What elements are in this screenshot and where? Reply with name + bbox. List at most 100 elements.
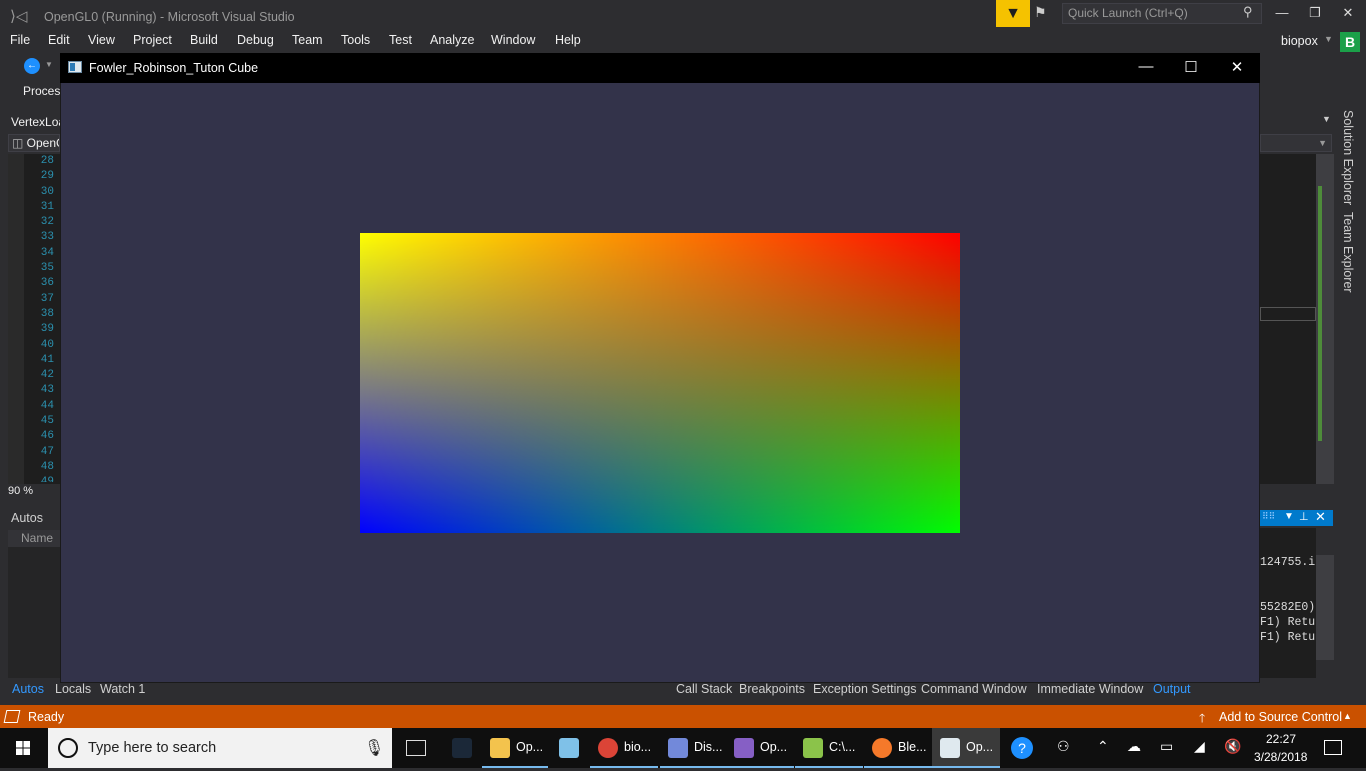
taskbar-app-visual-studio[interactable]: Op... — [726, 728, 794, 768]
clock-time[interactable]: 22:27 — [1266, 732, 1296, 746]
line-number: 47 — [40, 445, 54, 458]
navigation-combo-label: OpenG — [26, 136, 59, 150]
line-number: 45 — [40, 415, 54, 428]
status-text: Ready — [28, 710, 65, 724]
quick-launch-input[interactable]: Quick Launch (Ctrl+Q) — [1062, 3, 1262, 24]
menu-file[interactable]: File — [10, 33, 30, 47]
taskbar-app-chrome[interactable]: bio... — [590, 728, 658, 768]
zoom-level[interactable]: 90 % — [8, 485, 60, 499]
autos-panel — [8, 530, 60, 678]
opengl-window-title: Fowler_Robinson_Tuton Cube — [89, 61, 259, 75]
tab-exception-settings[interactable]: Exception Settings — [813, 682, 917, 696]
taskbar-app-steam[interactable] — [444, 728, 480, 768]
taskbar-app-explorer[interactable]: Op... — [482, 728, 548, 768]
clock-date[interactable]: 3/28/2018 — [1254, 750, 1307, 764]
steam-icon — [452, 738, 472, 758]
status-bar — [0, 705, 1366, 728]
menu-build[interactable]: Build — [190, 33, 218, 47]
tab-breakpoints[interactable]: Breakpoints — [739, 682, 805, 696]
name-column-header[interactable]: Name — [8, 530, 60, 547]
battery-icon[interactable]: ▭ — [1160, 738, 1173, 755]
pin-icon[interactable]: ⊥ — [1299, 510, 1309, 523]
menu-debug[interactable]: Debug — [237, 33, 274, 47]
line-number: 30 — [40, 185, 54, 198]
navigate-back-icon[interactable]: ← — [24, 58, 40, 74]
feedback-icon[interactable]: ⚑ — [1034, 4, 1054, 24]
minimize-icon[interactable]: — — [1131, 58, 1161, 76]
drag-handle-icon[interactable]: ⠿⠿ — [1262, 511, 1275, 522]
arrow-up-icon[interactable]: 🡑 — [1199, 709, 1205, 730]
maximize-icon[interactable]: ☐ — [1176, 58, 1206, 76]
action-center-icon[interactable] — [1324, 740, 1342, 755]
windows-logo-icon — [16, 741, 30, 755]
tab-call-stack[interactable]: Call Stack — [676, 682, 732, 696]
close-icon[interactable]: ✕ — [1315, 509, 1326, 525]
line-number: 34 — [40, 246, 54, 259]
gradient-quad — [360, 233, 960, 533]
tab-immediate-window[interactable]: Immediate Window — [1037, 682, 1143, 696]
line-number: 38 — [40, 307, 54, 320]
wifi-icon[interactable]: ◢ — [1194, 738, 1205, 755]
member-combo[interactable]: ▼ — [1260, 134, 1332, 152]
close-icon[interactable]: ✕ — [1222, 58, 1252, 76]
vs-restore-icon[interactable]: ❐ — [1300, 5, 1330, 25]
notification-filter-icon[interactable]: ▼ — [996, 0, 1030, 27]
chevron-down-icon[interactable]: ▼ — [1284, 511, 1294, 522]
file-tab[interactable]: VertexLoa — [11, 115, 65, 129]
people-icon[interactable]: ⚇ — [1057, 738, 1070, 755]
onedrive-icon[interactable]: ☁ — [1127, 738, 1141, 755]
opengl-app-icon — [940, 738, 960, 758]
microphone-icon[interactable]: 🎙 — [364, 738, 384, 758]
menu-project[interactable]: Project — [133, 33, 172, 47]
menu-tools[interactable]: Tools — [341, 33, 370, 47]
menu-view[interactable]: View — [88, 33, 115, 47]
taskbar-app-opengl[interactable]: Op... — [932, 728, 1000, 768]
scroll-map-viewport — [1260, 307, 1316, 321]
tab-watch-1[interactable]: Watch 1 — [100, 682, 145, 696]
taskbar-app-discord[interactable]: Dis... — [660, 728, 728, 768]
menu-analyze[interactable]: Analyze — [430, 33, 474, 47]
help-icon[interactable]: ? — [1011, 737, 1033, 759]
menu-edit[interactable]: Edit — [48, 33, 70, 47]
menu-help[interactable]: Help — [555, 33, 581, 47]
output-scrollbar[interactable] — [1316, 555, 1334, 660]
volume-muted-icon[interactable]: 🔇 — [1224, 738, 1241, 755]
line-number: 33 — [40, 231, 54, 244]
start-button[interactable] — [0, 728, 48, 768]
tab-command-window[interactable]: Command Window — [921, 682, 1027, 696]
chevron-down-icon[interactable]: ▼ — [45, 60, 53, 69]
account-name[interactable]: biopox — [1281, 34, 1318, 48]
tab-team-explorer[interactable]: Team Explorer — [1341, 212, 1355, 293]
indicator-margin — [8, 154, 24, 484]
tab-solution-explorer[interactable]: Solution Explorer — [1341, 110, 1355, 205]
tab-output[interactable]: Output — [1153, 682, 1191, 696]
line-numbers: 28 29 30 31 32 33 34 35 36 37 38 39 40 41 42 43 44 45 46 47… — [24, 154, 56, 482]
line-number: 36 — [40, 277, 54, 290]
chevron-up-icon[interactable]: ▲ — [1343, 711, 1352, 721]
line-number: 39 — [40, 323, 54, 336]
tab-locals[interactable]: Locals — [55, 682, 91, 696]
vs-minimize-icon[interactable]: — — [1267, 5, 1297, 25]
visual-studio-logo-icon: ⟩◁ — [10, 8, 28, 25]
line-number: 43 — [40, 384, 54, 397]
vs-window-title: OpenGL0 (Running) - Microsoft Visual Stu… — [44, 10, 295, 24]
task-view-icon[interactable] — [406, 740, 426, 756]
taskbar-app-notepad[interactable] — [551, 728, 587, 768]
add-to-source-control-button[interactable]: Add to Source Control — [1219, 710, 1342, 724]
taskbar-app-blender[interactable]: Ble... — [864, 728, 932, 768]
notepad-icon — [559, 738, 579, 758]
menu-team[interactable]: Team — [292, 33, 323, 47]
folder-icon — [490, 738, 510, 758]
tab-autos[interactable]: Autos — [12, 682, 44, 696]
navigation-combo[interactable]: ◫ OpenG — [8, 134, 60, 152]
show-hidden-icons-icon[interactable]: ⌃ — [1097, 738, 1109, 755]
taskbar-app-notepadpp[interactable]: C:\... — [795, 728, 863, 768]
vs-close-icon[interactable]: ✕ — [1333, 5, 1363, 25]
search-icon[interactable]: ⚲ — [1243, 4, 1253, 20]
account-chevron-down-icon[interactable]: ▼ — [1324, 34, 1333, 44]
menu-test[interactable]: Test — [389, 33, 412, 47]
menu-window[interactable]: Window — [491, 33, 535, 47]
chevron-down-icon[interactable]: ▼ — [1322, 114, 1331, 124]
avatar[interactable]: B — [1340, 32, 1360, 52]
line-number: 28 — [40, 155, 54, 167]
